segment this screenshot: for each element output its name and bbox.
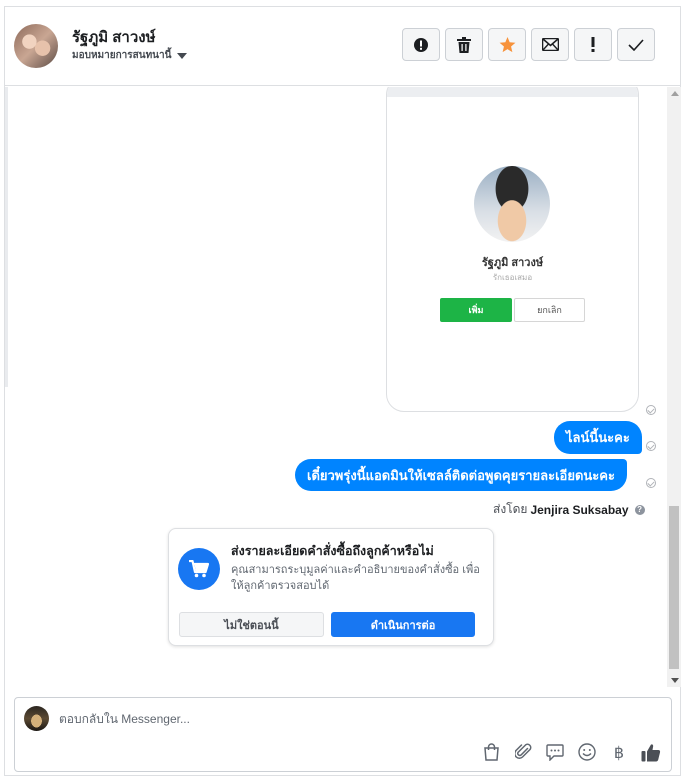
like-icon <box>641 743 661 761</box>
contact-name[interactable]: รัฐภูมิ สาวงษ์ <box>72 25 156 49</box>
prompt-title: ส่งรายละเอียดคำสั่งซื้อถึงลูกค้าหรือไม่ <box>231 544 434 558</box>
trash-icon <box>457 36 471 53</box>
mark-unread-button[interactable] <box>531 28 569 61</box>
conversation-header: รัฐภูมิ สาวงษ์ มอบหมายการสนทนานี้ <box>5 7 680 86</box>
star-icon <box>499 36 515 52</box>
conversation-actions <box>402 28 655 61</box>
scroll-down-arrow-icon[interactable] <box>671 678 679 683</box>
attach-button[interactable] <box>513 742 533 762</box>
emoji-icon <box>578 743 596 761</box>
done-check-icon <box>628 38 644 51</box>
line-profile-name: รัฐภูมิ สาวงษ์ <box>481 257 544 269</box>
mark-spam-icon <box>414 37 428 52</box>
message-bubble[interactable]: ไลน์นี้นะคะ <box>554 421 642 454</box>
seen-check-icon <box>646 405 656 415</box>
reply-composer: ฿ <box>14 697 672 772</box>
saved-reply-icon <box>546 743 564 761</box>
conversation-panel: รัฐภูมิ สาวงษ์ มอบหมายการสนทนานี้ รัฐภูม… <box>4 6 681 776</box>
delete-button[interactable] <box>445 28 483 61</box>
page-avatar <box>24 706 49 731</box>
contact-avatar[interactable] <box>14 24 58 68</box>
seen-check-icon <box>646 478 656 488</box>
mark-done-button[interactable] <box>617 28 655 61</box>
help-icon[interactable]: ? <box>634 504 645 515</box>
prompt-description: คุณสามารถระบุมูลค่าและคำอธิบายของคำสั่งซ… <box>231 564 480 592</box>
like-button[interactable] <box>641 742 661 762</box>
sender-name: Jenjira Suksabay <box>530 502 629 517</box>
mark-spam-button[interactable] <box>402 28 440 61</box>
message-thread: รัฐภูมิ สาวงษ์ รักเธอเสมอ เพิ่ม ยกเลิก ไ… <box>5 87 667 687</box>
continue-button[interactable]: ดำเนินการต่อ <box>331 612 475 637</box>
scroll-up-arrow-icon[interactable] <box>671 91 679 96</box>
sent-by-line: ส่งโดย Jenjira Suksabay ? <box>493 500 645 519</box>
follow-up-icon <box>591 37 595 52</box>
saved-replies-button[interactable] <box>545 742 565 762</box>
thread-scrollbar[interactable] <box>667 87 681 687</box>
shopping-bag-icon <box>483 743 499 761</box>
composer-tools: ฿ <box>481 742 661 762</box>
emoji-button[interactable] <box>577 742 597 762</box>
order-details-prompt: ส่งรายละเอียดคำสั่งซื้อถึงลูกค้าหรือไม่ … <box>168 528 494 646</box>
payment-button[interactable]: ฿ <box>609 742 629 762</box>
attachment-icon <box>514 743 531 759</box>
reply-input[interactable] <box>59 710 459 728</box>
not-now-button[interactable]: ไม่ใช่ตอนนี้ <box>179 612 324 637</box>
follow-up-button[interactable] <box>574 28 612 61</box>
shopping-cart-icon <box>189 560 209 578</box>
seen-check-icon <box>646 441 656 451</box>
line-cancel-button: ยกเลิก <box>514 298 585 322</box>
caret-down-icon <box>177 52 188 59</box>
assign-conversation-dropdown[interactable]: มอบหมายการสนทนานี้ <box>72 48 188 63</box>
scroll-thumb[interactable] <box>669 506 679 669</box>
cart-badge <box>178 548 220 590</box>
star-button[interactable] <box>488 28 526 61</box>
line-add-button: เพิ่ม <box>440 298 512 322</box>
shared-line-profile-image[interactable]: รัฐภูมิ สาวงษ์ รักเธอเสมอ เพิ่ม ยกเลิก <box>386 87 639 412</box>
envelope-icon <box>541 38 559 51</box>
line-profile-subtitle: รักเธอเสมอ <box>492 273 533 282</box>
baht-icon: ฿ <box>613 742 625 762</box>
assign-label: มอบหมายการสนทนานี้ <box>72 50 172 61</box>
sent-by-prefix: ส่งโดย <box>493 502 528 516</box>
message-bubble[interactable]: เดี๋ยวพรุ่งนี้แอดมินให้เซลล์ติดต่อพูดคุย… <box>295 459 627 491</box>
shopping-bag-button[interactable] <box>481 742 501 762</box>
line-profile-avatar <box>474 166 550 242</box>
screenshot-topbar <box>387 87 638 97</box>
